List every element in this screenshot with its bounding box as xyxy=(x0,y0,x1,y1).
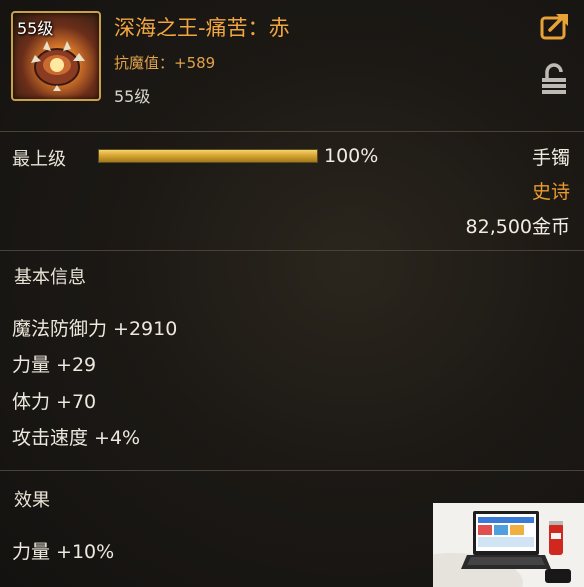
divider xyxy=(0,470,584,471)
upgrade-progress-bar xyxy=(98,149,318,163)
item-tooltip-panel: 55级 深海之王-痛苦：赤 抗魔值：+589 55级 最上级 100% 手镯 史… xyxy=(0,0,584,587)
item-name: 深海之王-痛苦：赤 xyxy=(114,16,290,40)
equip-slot: 手镯 xyxy=(531,147,570,169)
stat-line: 体力 +70 xyxy=(12,391,97,413)
lock-icon[interactable] xyxy=(538,62,570,98)
stat-line: 攻击速度 +4% xyxy=(12,427,141,449)
spiked-fist-icon xyxy=(31,41,85,91)
effect-line: 力量 +10% xyxy=(12,541,115,563)
overlay-photo-thumbnail xyxy=(433,503,584,587)
effect-header: 效果 xyxy=(14,490,50,511)
upgrade-label: 最上级 xyxy=(12,149,66,170)
rarity-label: 史诗 xyxy=(531,181,570,203)
basic-info-header: 基本信息 xyxy=(14,267,86,288)
item-icon[interactable]: 55级 xyxy=(11,11,101,101)
divider xyxy=(0,131,584,132)
divider xyxy=(0,250,584,251)
share-icon[interactable] xyxy=(540,12,570,40)
required-level: 55级 xyxy=(114,87,151,106)
item-icon-level: 55级 xyxy=(17,19,54,38)
stat-line: 魔法防御力 +2910 xyxy=(12,318,178,340)
resist-value: 抗魔值：+589 xyxy=(114,54,216,72)
upgrade-progress-fill xyxy=(99,150,317,162)
sell-price: 82,500金币 xyxy=(465,216,570,238)
upgrade-percent: 100% xyxy=(324,145,379,167)
stat-line: 力量 +29 xyxy=(12,354,97,376)
